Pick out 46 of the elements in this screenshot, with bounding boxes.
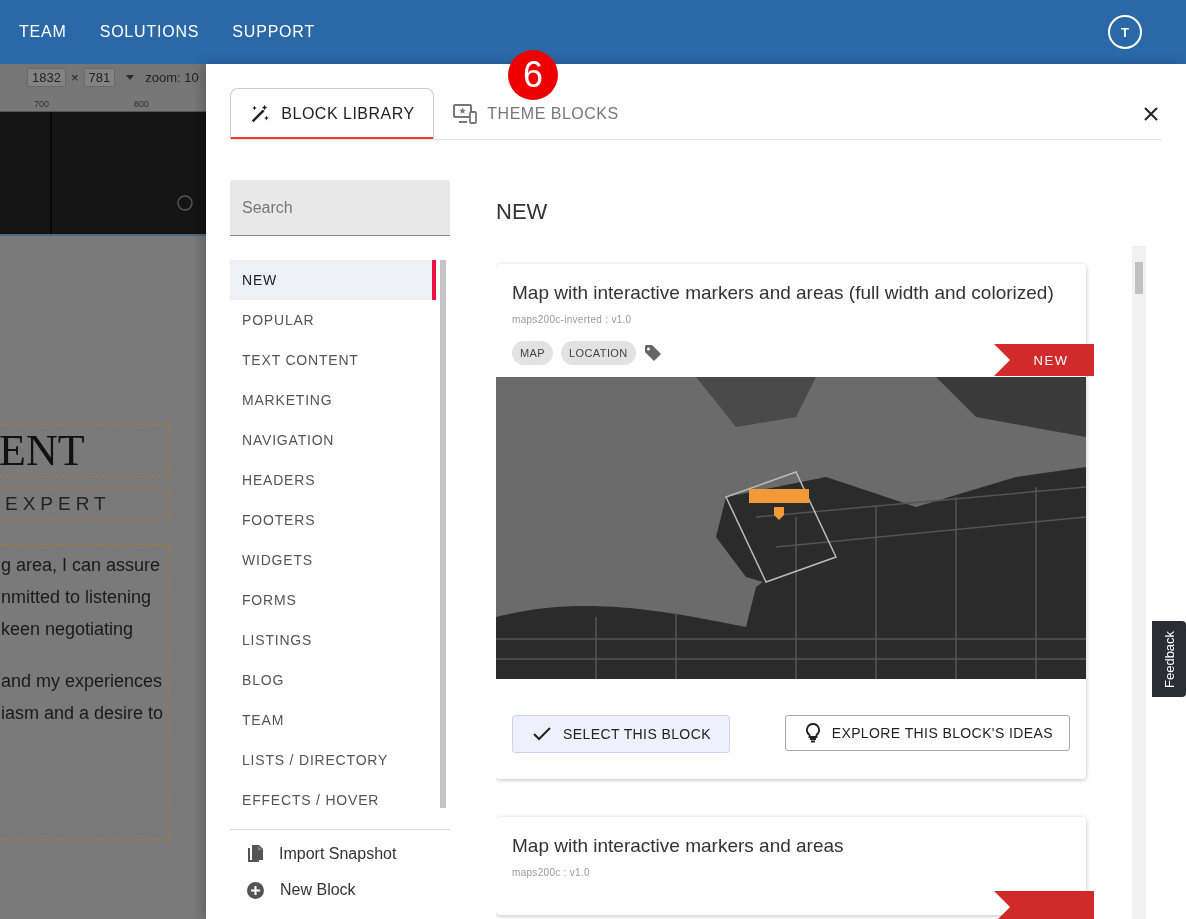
- text-line: iasm and a desire to: [1, 702, 165, 725]
- feedback-tab[interactable]: Feedback: [1152, 621, 1186, 697]
- width-field[interactable]: 1832: [27, 67, 66, 87]
- category-item[interactable]: NEW: [230, 260, 436, 300]
- block-id: maps200c : v1.0: [512, 867, 591, 878]
- explore-ideas-button[interactable]: EXPLORE THIS BLOCK'S IDEAS: [784, 715, 1070, 751]
- nav-link[interactable]: SUPPORT: [232, 23, 315, 41]
- nav-link[interactable]: TEAM: [19, 23, 67, 41]
- category-item[interactable]: LISTS / DIRECTORY: [230, 740, 436, 780]
- tag-chip[interactable]: MAP: [512, 341, 554, 365]
- tab[interactable]: BLOCK LIBRARY: [230, 88, 434, 139]
- ribbon-badge: NEW: [994, 344, 1094, 376]
- search-field[interactable]: Search: [230, 180, 450, 236]
- ruler-number: 700: [34, 99, 50, 109]
- category-item[interactable]: TEXT CONTENT: [230, 340, 436, 380]
- text-line: keen negotiating: [1, 618, 135, 641]
- category-item[interactable]: TEAM: [230, 700, 436, 740]
- category-item[interactable]: FOOTERS: [230, 500, 436, 540]
- tag-chip[interactable]: LOCATION: [561, 341, 636, 365]
- block-id: maps200c-inverted : v1.0: [512, 314, 633, 325]
- text-line: and my experiences: [1, 670, 164, 693]
- select-block-button[interactable]: SELECT THIS BLOCK: [512, 715, 730, 753]
- block-title: Map with interactive markers and areas (full width and colorized): [512, 282, 1055, 304]
- category-item[interactable]: EFFECTS / HOVER: [230, 780, 436, 820]
- page-heading: ENT: [0, 425, 85, 476]
- category-item[interactable]: WIDGETS: [230, 540, 436, 580]
- category-item[interactable]: POPULAR: [230, 300, 436, 340]
- category-item[interactable]: HEADERS: [230, 460, 436, 500]
- page-subheading: EXPERT: [5, 493, 111, 515]
- category-item[interactable]: FORMS: [230, 580, 436, 620]
- action-link[interactable]: Import Snapshot: [247, 843, 450, 865]
- user-avatar[interactable]: T: [1108, 15, 1142, 49]
- text-line: nmitted to listening: [1, 586, 153, 609]
- times-sign: ×: [70, 69, 79, 85]
- category-item[interactable]: NAVIGATION: [230, 420, 436, 460]
- zoom-label: zoom: 10: [145, 69, 199, 85]
- category-item[interactable]: MARKETING: [230, 380, 436, 420]
- category-item[interactable]: BLOG: [230, 660, 436, 700]
- block-title: Map with interactive markers and areas: [512, 835, 845, 857]
- nav-link[interactable]: SOLUTIONS: [99, 23, 200, 41]
- action-link[interactable]: New Block: [247, 879, 450, 901]
- count-badge: 6: [508, 50, 558, 100]
- category-item[interactable]: LISTINGS: [230, 620, 436, 660]
- section-title: NEW: [496, 199, 549, 225]
- text-line: g area, I can assure: [1, 554, 162, 577]
- height-field[interactable]: 781: [83, 67, 116, 87]
